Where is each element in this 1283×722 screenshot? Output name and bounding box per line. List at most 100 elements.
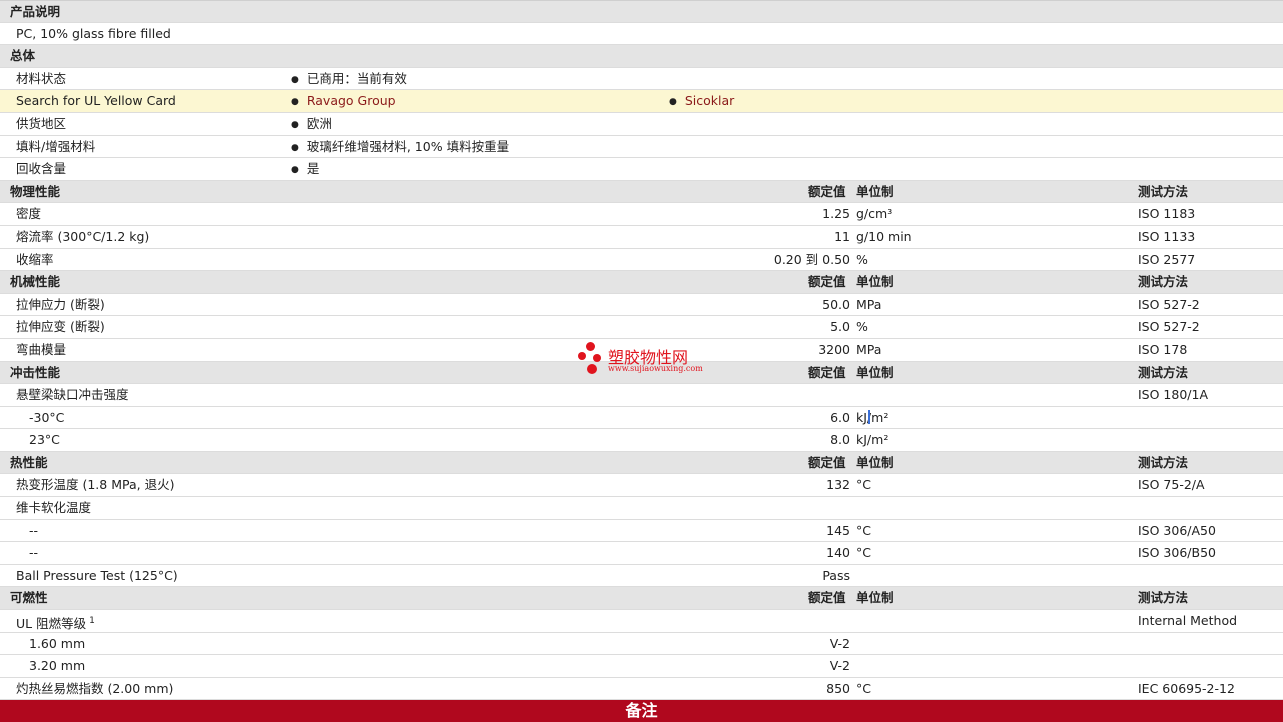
table-row: 收缩率 0.20 到 0.50 % ISO 2577 — [0, 248, 1283, 272]
supply-region-row: 供货地区 ● 欧洲 — [0, 112, 1283, 136]
recycled-content-row: 回收含量 ● 是 — [0, 158, 1283, 181]
row-label: 密度 — [16, 206, 42, 222]
section-title: 机械性能 — [10, 274, 61, 290]
bullet-value: ● 已商用：当前有效 — [291, 68, 407, 90]
column-rated: 额定值 — [808, 274, 846, 290]
section-header-thermal: 热性能 额定值 单位制 测试方法 — [0, 451, 1283, 475]
row-label: 维卡软化温度 — [16, 500, 92, 516]
watermark-logo: 塑胶物性网 www.sujiaowuxing.com — [578, 342, 718, 378]
row-label: 拉伸应变 (断裂) — [16, 319, 105, 335]
sicoklar-link-item[interactable]: ● Sicoklar — [669, 90, 734, 112]
column-unit: 单位制 — [856, 364, 894, 380]
table-row: 3.20 mm V-2 — [0, 655, 1283, 678]
section-title: 热性能 — [10, 454, 48, 470]
section-header-mechanical: 机械性能 额定值 单位制 测试方法 — [0, 271, 1283, 294]
bullet-value: ● 是 — [291, 158, 319, 180]
row-unit: °C — [856, 522, 871, 538]
row-label: 填料/增强材料 — [16, 138, 96, 154]
section-header-general: 总体 — [0, 45, 1283, 68]
row-sublabel: -30°C — [29, 409, 65, 425]
row-label: Ball Pressure Test (125°C) — [16, 567, 178, 583]
material-status-row: 材料状态 ● 已商用：当前有效 — [0, 67, 1283, 91]
row-test: Internal Method — [1138, 613, 1238, 629]
row-unit: °C — [856, 477, 871, 493]
row-value: 50.0 — [822, 296, 850, 312]
row-label: 供货地区 — [16, 115, 67, 131]
column-test: 测试方法 — [1138, 454, 1189, 470]
row-test: ISO 527-2 — [1138, 319, 1200, 335]
bullet-value: ● 欧洲 — [291, 113, 332, 135]
ravago-group-link[interactable]: Ravago Group — [307, 93, 396, 108]
row-unit: % — [856, 319, 868, 335]
row-label: 拉伸应力 (断裂) — [16, 296, 105, 312]
table-row: 热变形温度 (1.8 MPa, 退火) 132 °C ISO 75-2/A — [0, 474, 1283, 498]
logo-dot-icon — [578, 352, 586, 360]
row-label: 弯曲模量 — [16, 341, 67, 357]
row-test: ISO 306/A50 — [1138, 522, 1216, 538]
section-header-flammability: 可燃性 额定值 单位制 测试方法 — [0, 587, 1283, 611]
footnote-marker[interactable]: 1 — [89, 616, 95, 626]
column-test: 测试方法 — [1138, 364, 1189, 380]
text-cursor-icon — [868, 410, 870, 424]
row-value: V-2 — [829, 635, 850, 651]
row-sublabel: 1.60 mm — [29, 635, 86, 651]
column-test: 测试方法 — [1138, 590, 1189, 606]
bullet-icon: ● — [291, 165, 299, 176]
row-test: ISO 1183 — [1138, 206, 1196, 222]
logo-dot-icon — [593, 354, 601, 362]
row-unit: kJ/m² — [856, 409, 889, 425]
row-unit: °C — [856, 680, 871, 696]
bullet-icon: ● — [291, 119, 299, 130]
column-rated: 额定值 — [808, 364, 846, 380]
row-value: 5.0 — [830, 319, 850, 335]
bullet-icon: ● — [291, 142, 299, 153]
value-text: 是 — [306, 161, 320, 177]
row-value: 0.20 到 0.50 — [773, 251, 850, 267]
table-row: UL 阻燃等级 1 Internal Method — [0, 610, 1283, 633]
table-row: 灼热丝易燃指数 (2.00 mm) 850 °C IEC 60695-2-12 — [0, 677, 1283, 701]
row-test: ISO 1133 — [1138, 228, 1196, 244]
row-test: ISO 306/B50 — [1138, 545, 1216, 561]
row-test: ISO 178 — [1138, 341, 1188, 357]
section-header-physical: 物理性能 额定值 单位制 测试方法 — [0, 180, 1283, 204]
section-title: 总体 — [10, 48, 36, 64]
column-rated: 额定值 — [808, 183, 846, 199]
row-test: ISO 527-2 — [1138, 296, 1200, 312]
sicoklar-link[interactable]: Sicoklar — [685, 93, 734, 108]
section-title: 可燃性 — [10, 590, 48, 606]
row-label: 收缩率 — [16, 251, 54, 267]
column-rated: 额定值 — [808, 590, 846, 606]
row-test: ISO 75-2/A — [1138, 477, 1205, 493]
value-text: 欧洲 — [306, 115, 332, 131]
logo-dot-icon — [587, 364, 597, 374]
filler-row: 填料/增强材料 ● 玻璃纤维增强材料, 10% 填料按重量 — [0, 135, 1283, 159]
section-title: 物理性能 — [10, 183, 61, 199]
row-unit: % — [856, 251, 868, 267]
row-label: 回收含量 — [16, 161, 67, 177]
ravago-link-item[interactable]: ● Ravago Group — [291, 90, 396, 112]
table-row: 维卡软化温度 — [0, 497, 1283, 520]
bullet-icon: ● — [669, 97, 677, 108]
table-row: Ball Pressure Test (125°C) Pass — [0, 564, 1283, 588]
table-row: -- 140 °C ISO 306/B50 — [0, 542, 1283, 565]
row-value: 11 — [834, 228, 850, 244]
column-unit: 单位制 — [856, 454, 894, 470]
row-unit: MPa — [856, 296, 882, 312]
column-rated: 额定值 — [808, 454, 846, 470]
column-test: 测试方法 — [1138, 274, 1189, 290]
watermark-url: www.sujiaowuxing.com — [608, 364, 703, 373]
ul-yellow-card-row: Search for UL Yellow Card ● Ravago Group … — [0, 90, 1283, 113]
row-unit: kJ/m² — [856, 432, 889, 448]
table-row: 密度 1.25 g/cm³ ISO 1183 — [0, 203, 1283, 226]
column-unit: 单位制 — [856, 274, 894, 290]
row-value: 6.0 — [830, 409, 850, 425]
row-label: 灼热丝易燃指数 (2.00 mm) — [16, 680, 174, 696]
row-sublabel: 23°C — [29, 432, 60, 448]
row-value: 3200 — [818, 341, 850, 357]
row-sublabel: 3.20 mm — [29, 658, 86, 674]
column-test: 测试方法 — [1138, 183, 1189, 199]
column-unit: 单位制 — [856, 590, 894, 606]
row-sublabel: -- — [29, 545, 39, 561]
bullet-value: ● 玻璃纤维增强材料, 10% 填料按重量 — [291, 136, 509, 158]
row-value: 145 — [826, 522, 850, 538]
